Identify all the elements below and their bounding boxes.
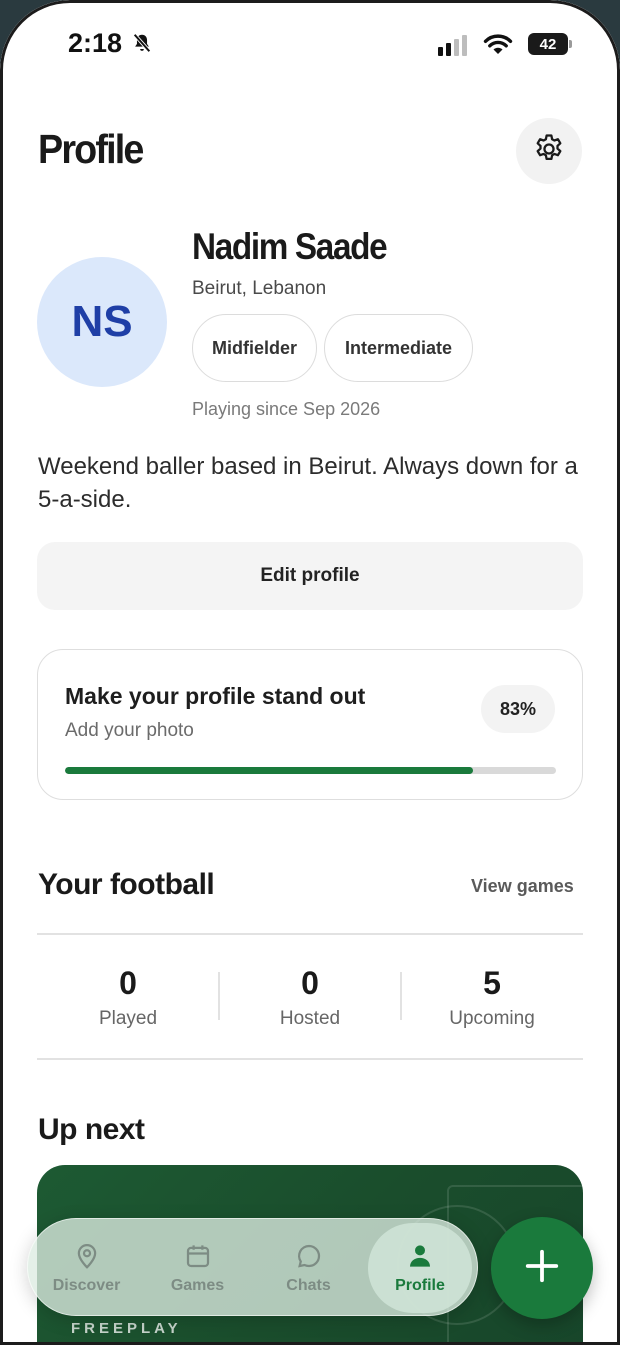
bottom-nav-bar: Discover Games Chats Profile (27, 1218, 478, 1316)
battery-icon: 42 (528, 33, 572, 55)
phone-screen: 2:18 42 Profile NS Nadim Saade Beirut, L… (0, 0, 620, 1345)
gear-icon (532, 132, 566, 171)
stat-hosted: 0 Hosted (219, 965, 401, 1030)
stat-value: 0 (301, 965, 319, 1001)
profile-completion-card[interactable]: Make your profile stand out Add your pho… (37, 649, 583, 800)
avatar-initials: NS (71, 297, 133, 346)
avatar[interactable]: NS (37, 257, 167, 387)
completion-progress-fill (65, 767, 473, 774)
nav-item-chats[interactable]: Chats (256, 1219, 361, 1317)
user-bio: Weekend baller based in Beirut. Always d… (38, 453, 578, 513)
completion-progress-bar (65, 767, 556, 774)
stat-value: 0 (119, 965, 137, 1001)
nav-label-profile: Profile (395, 1277, 445, 1294)
nav-item-discover[interactable]: Discover (34, 1219, 139, 1317)
stat-label: Upcoming (449, 1008, 535, 1029)
completion-title: Make your profile stand out (65, 683, 366, 709)
stat-upcoming: 5 Upcoming (401, 965, 583, 1030)
card-brand-label: FREEPLAY (71, 1320, 182, 1337)
stat-played: 0 Played (37, 965, 219, 1030)
chat-bubble-icon (294, 1241, 324, 1271)
position-tag: Midfielder (192, 314, 317, 382)
wifi-icon (482, 32, 514, 61)
location-pin-icon (72, 1241, 102, 1271)
stat-value: 5 (483, 965, 501, 1001)
bell-off-icon (131, 32, 153, 59)
divider (37, 933, 583, 935)
user-location: Beirut, Lebanon (192, 278, 327, 299)
playing-since: Playing since Sep 2026 (192, 399, 381, 419)
completion-percent-badge: 83% (481, 685, 555, 733)
nav-label-discover: Discover (52, 1277, 121, 1294)
nav-item-games[interactable]: Games (145, 1219, 250, 1317)
user-name: Nadim Saade (192, 226, 388, 267)
level-tag: Intermediate (324, 314, 473, 382)
signal-icon (438, 35, 467, 56)
stat-label: Hosted (279, 1008, 341, 1029)
nav-label-chats: Chats (286, 1277, 331, 1294)
page-title: Profile (38, 126, 144, 172)
person-icon (405, 1241, 435, 1271)
calendar-icon (183, 1241, 213, 1271)
divider (37, 1058, 583, 1060)
view-games-link[interactable]: View games (471, 876, 574, 897)
nav-item-profile[interactable]: Profile (368, 1223, 472, 1313)
stat-label: Played (98, 1008, 158, 1029)
edit-profile-button[interactable]: Edit profile (37, 542, 583, 610)
completion-subtitle: Add your photo (65, 720, 194, 741)
status-time: 2:18 (68, 28, 123, 58)
create-game-button[interactable] (491, 1217, 593, 1319)
your-football-heading: Your football (38, 868, 215, 901)
up-next-heading: Up next (38, 1113, 145, 1146)
status-bar: 2:18 42 (0, 0, 620, 90)
nav-label-games: Games (170, 1277, 225, 1294)
settings-button[interactable] (516, 118, 582, 184)
plus-icon (523, 1247, 561, 1290)
